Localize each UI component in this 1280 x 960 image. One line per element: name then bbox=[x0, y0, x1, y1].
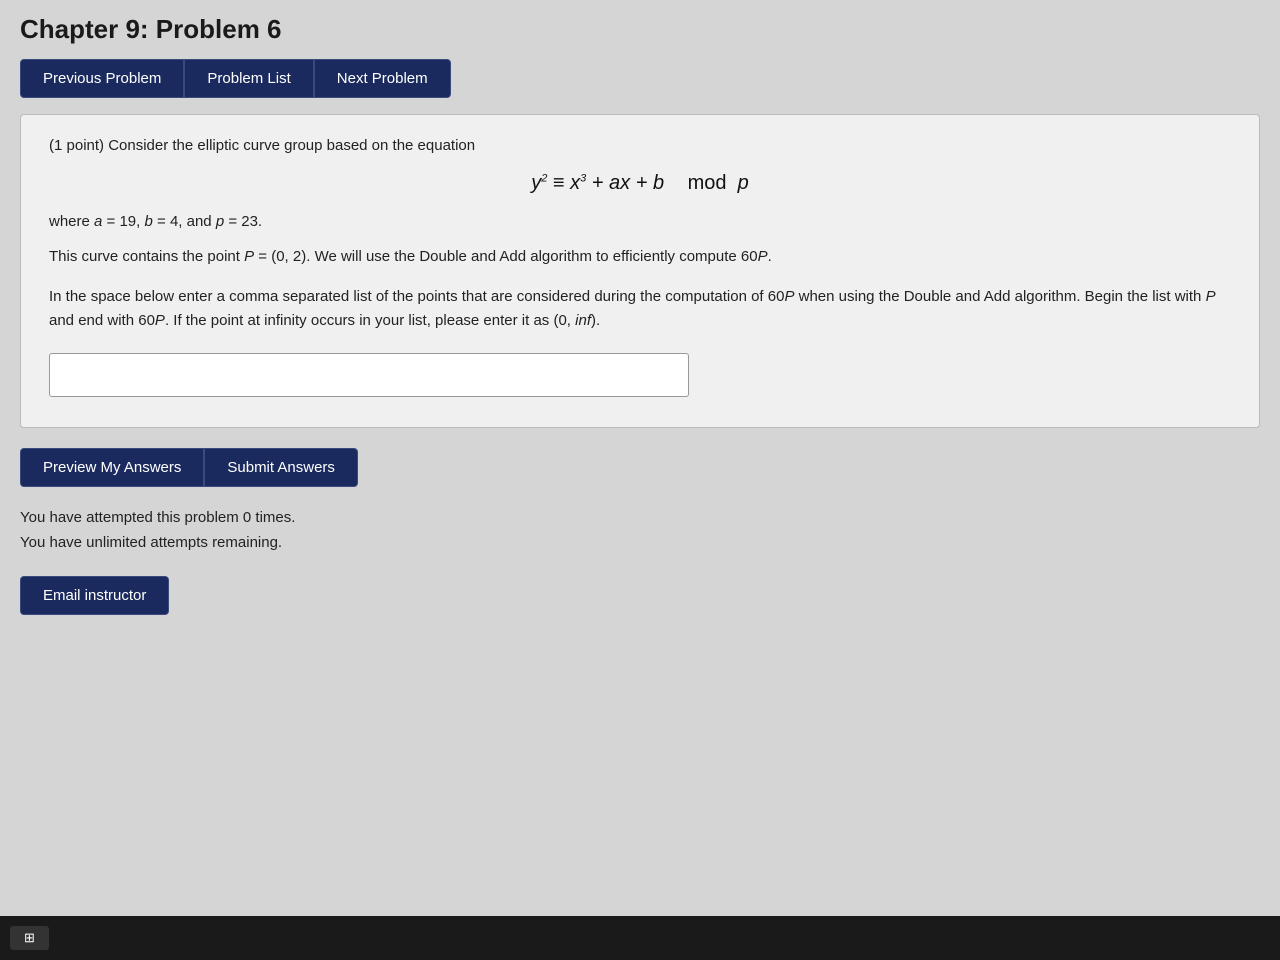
prev-problem-button[interactable]: Previous Problem bbox=[20, 59, 184, 98]
next-problem-button[interactable]: Next Problem bbox=[314, 59, 451, 98]
equation-text: y2 ≡ x3 + ax + b bbox=[531, 172, 669, 194]
attempt-line1: You have attempted this problem 0 times. bbox=[20, 505, 1260, 531]
bottom-buttons: Preview My Answers Submit Answers bbox=[20, 448, 1260, 487]
nav-buttons: Previous Problem Problem List Next Probl… bbox=[20, 59, 1260, 98]
instruction-text: In the space below enter a comma separat… bbox=[49, 285, 1231, 333]
preview-answers-button[interactable]: Preview My Answers bbox=[20, 448, 204, 487]
page-title: Chapter 9: Problem 6 bbox=[20, 10, 1260, 45]
params-line: where a = 19, b = 4, and p = 23. bbox=[49, 213, 1231, 230]
problem-intro: (1 point) Consider the elliptic curve gr… bbox=[49, 137, 1231, 154]
email-instructor-section: Email instructor bbox=[20, 562, 1260, 615]
taskbar-item[interactable]: ⊞ bbox=[10, 926, 49, 950]
problem-box: (1 point) Consider the elliptic curve gr… bbox=[20, 114, 1260, 428]
problem-list-button[interactable]: Problem List bbox=[184, 59, 313, 98]
answer-input[interactable] bbox=[49, 353, 689, 397]
email-instructor-button[interactable]: Email instructor bbox=[20, 576, 169, 615]
mod-text: mod p bbox=[688, 172, 749, 194]
submit-answers-button[interactable]: Submit Answers bbox=[204, 448, 358, 487]
curve-point-line: This curve contains the point P = (0, 2)… bbox=[49, 246, 1231, 269]
attempt-info: You have attempted this problem 0 times.… bbox=[20, 505, 1260, 556]
taskbar: ⊞ bbox=[0, 916, 1280, 960]
equation-block: y2 ≡ x3 + ax + b mod p bbox=[49, 172, 1231, 195]
attempt-line2: You have unlimited attempts remaining. bbox=[20, 530, 1260, 556]
page-wrapper: Chapter 9: Problem 6 Previous Problem Pr… bbox=[0, 0, 1280, 960]
